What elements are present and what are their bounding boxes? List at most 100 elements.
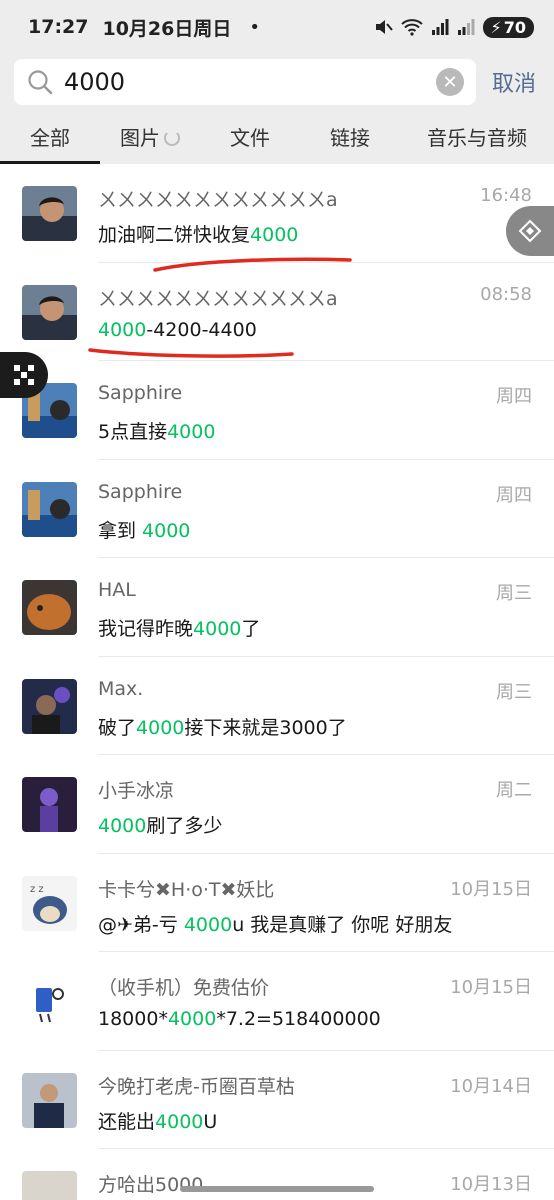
message-text: 拿到 — [98, 519, 143, 542]
message-snippet: 4000-4200-4400 — [98, 319, 257, 341]
search-icon — [28, 70, 53, 95]
tab-images-label: 图片 — [120, 126, 160, 150]
message-snippet: 4000刷了多少 — [98, 811, 222, 838]
match-highlight: 4000 — [193, 618, 242, 640]
message-time: 周二 — [496, 780, 532, 801]
message-time: 10月15日 — [450, 977, 532, 998]
result-row[interactable]: Sapphire 周四 拿到 4000 — [0, 460, 554, 558]
match-highlight: 4000 — [98, 815, 147, 837]
tab-links[interactable]: 链接 — [300, 112, 400, 164]
message-snippet: 加油啊二饼快收复4000 — [98, 220, 298, 247]
result-row[interactable]: Max. 周三 破了4000接下来就是3000了 — [0, 657, 554, 755]
clear-search-button[interactable]: ✕ — [436, 68, 464, 96]
signal-icon-2 — [457, 19, 474, 35]
battery-level: 70 — [503, 17, 526, 37]
contact-name: ㄨㄨㄨㄨㄨㄨㄨㄨㄨㄨㄨㄨa — [98, 189, 338, 211]
message-time: 周四 — [496, 386, 532, 407]
message-time: 10月15日 — [450, 878, 532, 900]
message-text: 破了 — [98, 716, 137, 739]
floating-scan-button[interactable] — [0, 352, 48, 398]
result-row[interactable]: 方哈出5000 10月13日 — [0, 1149, 554, 1200]
avatar — [22, 678, 77, 734]
avatar — [22, 1171, 77, 1200]
contact-name: 小手冰凉 — [98, 780, 175, 802]
status-time: 17:27 — [28, 16, 89, 38]
result-row[interactable]: z z 卡卡兮✖H·o·T✖妖比 10月15日 @✈弟-亏 4000u 我是真赚… — [0, 854, 554, 952]
avatar — [22, 777, 77, 832]
match-highlight: 4000 — [155, 1110, 204, 1133]
result-row[interactable]: 小手冰凉 周二 4000刷了多少 — [0, 755, 554, 854]
avatar — [22, 186, 77, 241]
search-box[interactable]: 4000 ✕ — [14, 59, 476, 105]
tab-files-label: 文件 — [230, 126, 270, 150]
svg-text:z z: z z — [30, 884, 44, 895]
message-text-after: U — [203, 1110, 218, 1133]
diamond-icon — [518, 219, 542, 243]
charging-icon: ⚡ — [490, 17, 502, 37]
message-text: @✈弟-亏 — [98, 913, 184, 936]
message-time: 16:48 — [480, 185, 532, 206]
match-highlight: 4000 — [250, 224, 299, 246]
search-results-list: ㄨㄨㄨㄨㄨㄨㄨㄨㄨㄨㄨㄨa 16:48 加油啊二饼快收复4000 ㄨㄨㄨㄨㄨㄨㄨ… — [0, 164, 554, 1200]
tab-music-audio[interactable]: 音乐与音频 — [400, 112, 554, 164]
avatar — [22, 1072, 77, 1128]
tab-files[interactable]: 文件 — [200, 112, 300, 164]
result-row[interactable]: ㄨㄨㄨㄨㄨㄨㄨㄨㄨㄨㄨㄨa 08:58 4000-4200-4400 — [0, 263, 554, 361]
tab-links-label: 链接 — [330, 126, 370, 150]
message-snippet: 还能出4000U — [98, 1107, 217, 1134]
contact-name: Sapphire — [98, 480, 183, 503]
tab-all-label: 全部 — [30, 126, 70, 150]
match-highlight: 4000 — [136, 716, 185, 739]
floating-assistant-button[interactable] — [506, 206, 554, 256]
message-time: 08:58 — [480, 283, 532, 305]
message-text: 5点直接 — [98, 421, 168, 443]
avatar — [22, 481, 77, 537]
message-time: 10月14日 — [450, 1075, 532, 1097]
message-time: 10月13日 — [450, 1174, 532, 1195]
status-icons: ⚡ 70 — [373, 16, 534, 38]
match-highlight: 4000 — [167, 421, 216, 443]
wifi-icon — [400, 19, 423, 36]
contact-name: 今晚打老虎-币圈百草枯 — [98, 1075, 295, 1098]
search-input[interactable]: 4000 — [64, 68, 436, 96]
message-time: 周三 — [496, 583, 532, 604]
message-snippet: @✈弟-亏 4000u 我是真赚了 你呢 好朋友 — [98, 910, 452, 937]
contact-name: HAL — [98, 579, 136, 601]
home-indicator[interactable] — [180, 1186, 374, 1192]
cancel-button[interactable]: 取消 — [492, 66, 536, 98]
message-text-after: u 我是真赚了 你呢 好朋友 — [232, 913, 453, 936]
match-highlight: 4000 — [98, 318, 147, 341]
message-text-after: 刷了多少 — [146, 815, 223, 837]
tab-music-audio-label: 音乐与音频 — [427, 126, 527, 150]
contact-name: （收手机）免费估价 — [98, 977, 270, 999]
message-text: 18000* — [98, 1008, 168, 1030]
match-highlight: 4000 — [142, 519, 191, 542]
tab-all[interactable]: 全部 — [0, 112, 100, 164]
message-snippet: 拿到 4000 — [98, 516, 190, 543]
contact-name: 方哈出5000 — [98, 1174, 204, 1196]
avatar — [22, 580, 77, 635]
message-snippet: 我记得昨晚4000了 — [98, 614, 260, 641]
loading-spinner-icon — [164, 130, 180, 146]
result-row[interactable]: （收手机）免费估价 10月15日 18000*4000*7.2=51840000… — [0, 952, 554, 1051]
message-snippet: 18000*4000*7.2=518400000 — [98, 1008, 381, 1030]
status-date: 10月26日周日 — [102, 17, 232, 40]
contact-name: ㄨㄨㄨㄨㄨㄨㄨㄨㄨㄨㄨㄨa — [98, 287, 338, 310]
result-row[interactable]: Sapphire 周四 5点直接4000 — [0, 361, 554, 460]
message-text: 我记得昨晚 — [98, 618, 194, 640]
avatar — [22, 974, 77, 1029]
contact-name: Sapphire — [98, 382, 183, 404]
result-row[interactable]: HAL 周三 我记得昨晚4000了 — [0, 558, 554, 657]
message-time: 周四 — [496, 484, 532, 506]
battery-indicator: ⚡ 70 — [482, 16, 534, 38]
contact-name: Max. — [98, 677, 144, 700]
status-dot: • — [249, 16, 260, 38]
match-highlight: 4000 — [167, 1008, 217, 1030]
signal-icon — [431, 19, 448, 35]
match-highlight: 4000 — [183, 913, 233, 936]
tab-images[interactable]: 图片 — [100, 112, 200, 164]
message-snippet: 破了4000接下来就是3000了 — [98, 713, 347, 740]
message-snippet: 5点直接4000 — [98, 417, 215, 444]
result-row[interactable]: ㄨㄨㄨㄨㄨㄨㄨㄨㄨㄨㄨㄨa 16:48 加油啊二饼快收复4000 — [0, 164, 554, 263]
result-row[interactable]: 今晚打老虎-币圈百草枯 10月14日 还能出4000U — [0, 1051, 554, 1149]
